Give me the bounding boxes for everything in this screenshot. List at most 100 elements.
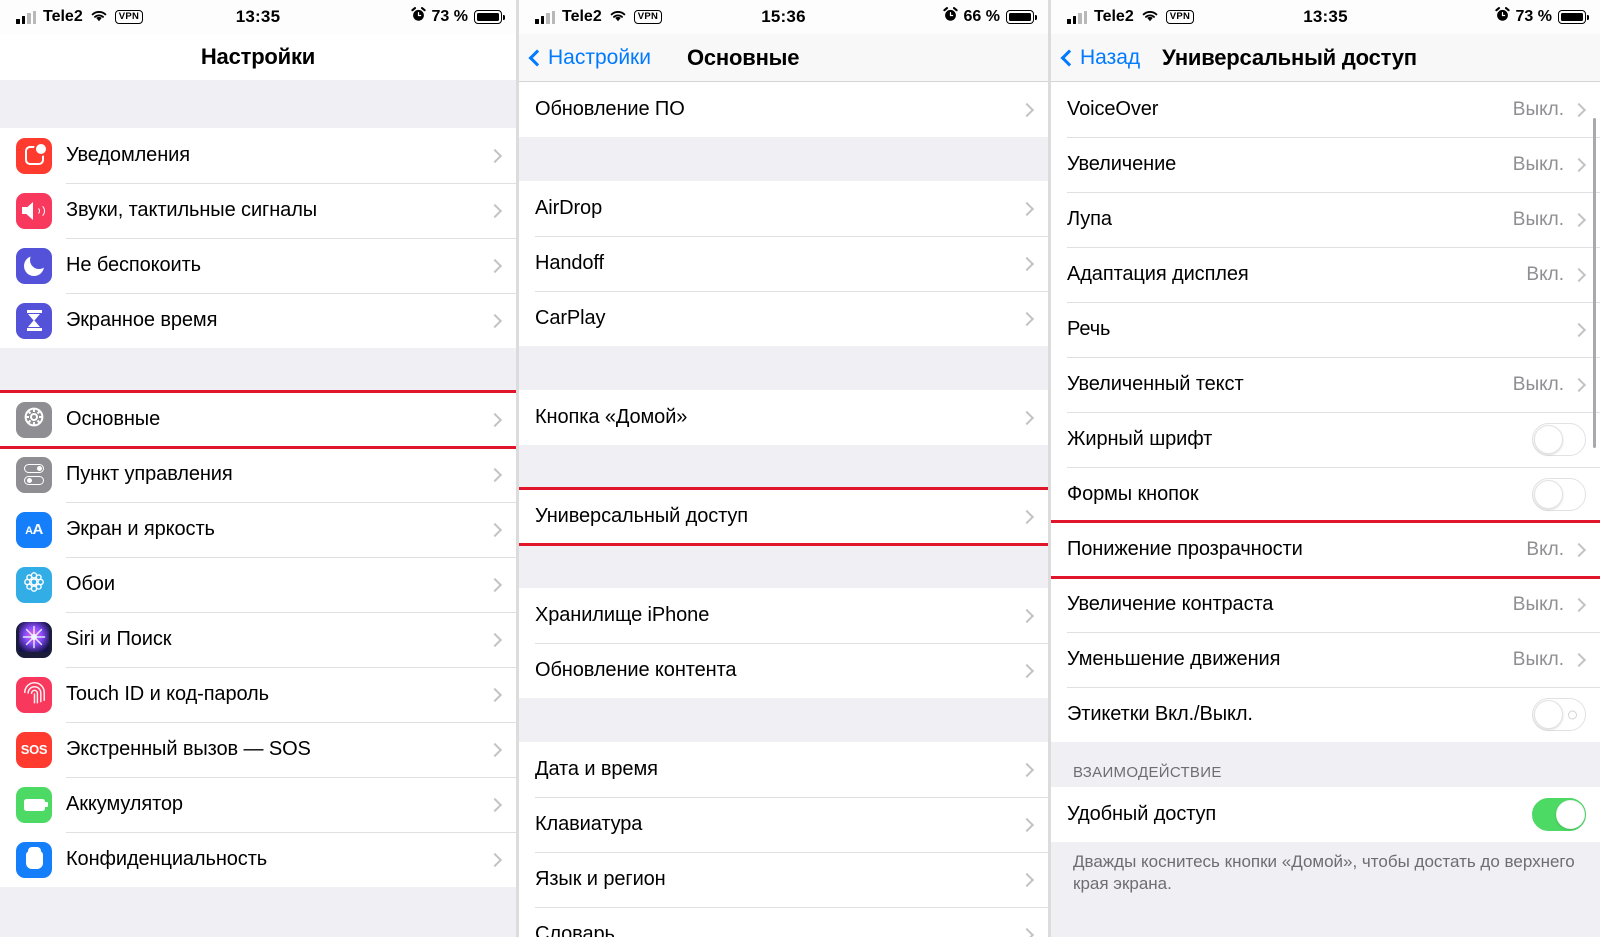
- list-row-label: Кнопка «Домой»: [535, 406, 688, 428]
- list-row[interactable]: Аккумулятор: [0, 777, 516, 832]
- list-row[interactable]: Увеличение контраста Выкл.: [1051, 577, 1600, 632]
- chevron-right-icon: [1019, 608, 1035, 623]
- list-group: Кнопка «Домой»: [519, 390, 1048, 445]
- list-group: Уведомления Звуки, тактильные сигналы Не б…: [0, 128, 516, 348]
- list-row[interactable]: Жирный шрифт: [1051, 412, 1600, 467]
- chevron-right-icon: [1571, 157, 1587, 172]
- icon-glyph: SOS: [20, 742, 48, 757]
- battery-percentage-label: 73 %: [1515, 8, 1552, 25]
- list-row-label: Экран и яркость: [66, 518, 215, 540]
- list-group: VoiceOver Выкл. Увеличение Выкл. Лупа Выкл. Ад…: [1051, 82, 1600, 742]
- back-button[interactable]: Назад: [1060, 45, 1141, 70]
- list-row[interactable]: Уведомления: [0, 128, 516, 183]
- chevron-right-icon: [487, 412, 503, 427]
- list-row[interactable]: AirDrop: [519, 181, 1048, 236]
- chevron-left-icon: [528, 49, 546, 66]
- list-row[interactable]: Речь: [1051, 302, 1600, 357]
- section-gap: [519, 698, 1048, 742]
- list-row[interactable]: SOS Экстренный вызов — SOS: [0, 722, 516, 777]
- vertical-scrollbar[interactable]: [1593, 118, 1596, 448]
- list-row[interactable]: Дата и время: [519, 742, 1048, 797]
- list-row[interactable]: Адаптация дисплея Вкл.: [1051, 247, 1600, 302]
- back-button-label: Назад: [1080, 45, 1141, 69]
- list-row-label: CarPlay: [535, 307, 606, 329]
- list-row[interactable]: Этикетки Вкл./Выкл.: [1051, 687, 1600, 742]
- list-row[interactable]: Увеличенный текст Выкл.: [1051, 357, 1600, 412]
- list-row-label: Обновление контента: [535, 659, 737, 681]
- list-row[interactable]: CarPlay: [519, 291, 1048, 346]
- list-row[interactable]: AA Экран и яркость: [0, 502, 516, 557]
- chevron-right-icon: [1019, 663, 1035, 678]
- list-row-label: Этикетки Вкл./Выкл.: [1067, 703, 1253, 725]
- list-row[interactable]: Язык и регион: [519, 852, 1048, 907]
- toggle-switch[interactable]: [1532, 478, 1586, 511]
- list-row[interactable]: Обновление контента: [519, 643, 1048, 698]
- list-row-label: Уменьшение движения: [1067, 648, 1281, 670]
- cellular-signal-icon: [16, 10, 36, 24]
- toggle-switch[interactable]: [1532, 798, 1586, 831]
- list-row[interactable]: Формы кнопок: [1051, 467, 1600, 522]
- page-title: Настройки: [200, 44, 316, 69]
- vpn-badge: VPN: [114, 10, 144, 24]
- list-row[interactable]: Звуки, тактильные сигналы: [0, 183, 516, 238]
- toggle-switch[interactable]: [1532, 698, 1586, 731]
- list-row-label: Аккумулятор: [66, 793, 183, 815]
- phone-screen-settings-root: Tele2 VPN 13:35 73 % Настройки Уведомления Зву…: [0, 0, 516, 937]
- list-row[interactable]: Основные: [0, 392, 516, 447]
- list-row[interactable]: Словарь: [519, 907, 1048, 937]
- list-row[interactable]: Клавиатура: [519, 797, 1048, 852]
- list-row[interactable]: Кнопка «Домой»: [519, 390, 1048, 445]
- list-row[interactable]: Handoff: [519, 236, 1048, 291]
- list-row[interactable]: Экранное время: [0, 293, 516, 348]
- list-row[interactable]: Понижение прозрачности Вкл.: [1051, 522, 1600, 577]
- wifi-icon: [90, 7, 108, 27]
- list-row[interactable]: VoiceOver Выкл.: [1051, 82, 1600, 137]
- list-row[interactable]: Увеличение Выкл.: [1051, 137, 1600, 192]
- list-row[interactable]: Лупа Выкл.: [1051, 192, 1600, 247]
- chevron-right-icon: [487, 258, 503, 273]
- chevron-right-icon: [1571, 102, 1587, 117]
- list-row[interactable]: Конфиденциальность: [0, 832, 516, 887]
- battery-icon: [474, 10, 505, 24]
- icon-glyph: [24, 142, 48, 165]
- list-row-label: Пункт управления: [66, 463, 233, 485]
- carrier-label: Tele2: [562, 8, 602, 25]
- list-row[interactable]: Обновление ПО: [519, 82, 1048, 137]
- chevron-right-icon: [487, 577, 503, 592]
- list-row-value: Выкл.: [1512, 373, 1564, 395]
- list-row-label: Экранное время: [66, 309, 218, 331]
- chevron-right-icon: [1019, 410, 1035, 425]
- list-row[interactable]: Хранилище iPhone: [519, 588, 1048, 643]
- list-row[interactable]: Пункт управления: [0, 447, 516, 502]
- cellular-signal-icon: [535, 10, 555, 24]
- chevron-right-icon: [487, 687, 503, 702]
- back-button[interactable]: Настройки: [528, 46, 651, 70]
- chevron-right-icon: [487, 742, 503, 757]
- section-gap: [519, 544, 1048, 588]
- status-bar: Tele2 VPN 15:36 66 %: [519, 0, 1048, 34]
- toggle-switch[interactable]: [1532, 423, 1586, 456]
- section-gap: [0, 80, 516, 128]
- sos-icon: SOS: [16, 731, 52, 768]
- status-bar-right: 73 %: [410, 7, 505, 27]
- list-row-label: Экстренный вызов — SOS: [66, 738, 311, 760]
- section-gap: [0, 348, 516, 392]
- list-row-label: Клавиатура: [535, 813, 643, 835]
- list-row[interactable]: Touch ID и код-пароль: [0, 667, 516, 722]
- scroll-content[interactable]: VoiceOver Выкл. Увеличение Выкл. Лупа Выкл. Ад…: [1051, 82, 1600, 937]
- scroll-content[interactable]: Обновление ПО AirDrop Handoff CarPlay Кнопка…: [519, 82, 1048, 937]
- toggle-knob: [1555, 799, 1585, 829]
- list-row[interactable]: Универсальный доступ: [519, 489, 1048, 544]
- list-row[interactable]: Удобный доступ: [1051, 787, 1600, 842]
- chevron-right-icon: [1019, 509, 1035, 524]
- cellular-signal-icon: [1067, 10, 1087, 24]
- section-gap: [519, 445, 1048, 489]
- chevron-right-icon: [1571, 212, 1587, 227]
- scroll-content[interactable]: Уведомления Звуки, тактильные сигналы Не б…: [0, 80, 516, 937]
- list-row[interactable]: Siri и Поиск: [0, 612, 516, 667]
- toggle-off-mark-icon: [1568, 710, 1577, 719]
- list-row[interactable]: Обои: [0, 557, 516, 612]
- list-row[interactable]: Уменьшение движения Выкл.: [1051, 632, 1600, 687]
- alarm-clock-icon: [410, 7, 426, 27]
- list-row[interactable]: Не беспокоить: [0, 238, 516, 293]
